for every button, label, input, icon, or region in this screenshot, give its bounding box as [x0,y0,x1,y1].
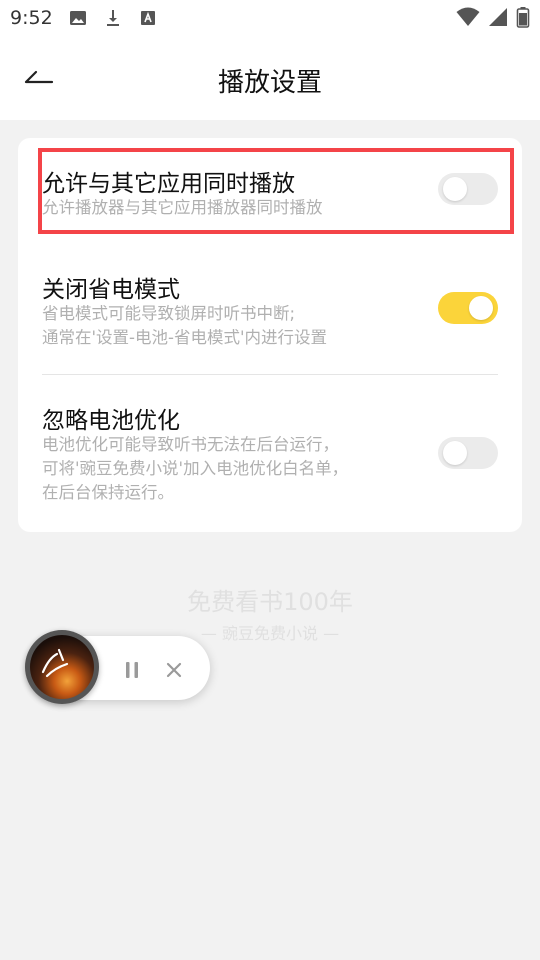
battery-optimization-toggle[interactable] [438,437,498,469]
desc-line: 省电模式可能导致锁屏时听书中断; [42,304,296,323]
setting-row-battery-optimization: 忽略电池优化 电池优化可能导致听书无法在后台运行， 可将'豌豆免费小说'加入电池… [18,375,522,532]
download-icon [107,10,119,26]
setting-row-power-saving: 关闭省电模式 省电模式可能导致锁屏时听书中断; 通常在'设置-电池-省电模式'内… [18,242,522,374]
desc-line: 可将'豌豆免费小说'加入电池优化白名单， [42,459,349,478]
wifi-icon [456,7,480,26]
setting-title: 关闭省电模式 [42,277,180,303]
settings-card: 允许与其它应用同时播放 允许播放器与其它应用播放器同时播放 关闭省电模式 省电模… [18,138,522,532]
pause-icon[interactable] [122,660,142,680]
page-title: 播放设置 [217,68,322,98]
footer-slogan: 免费看书100年 [187,588,353,616]
image-icon [70,11,86,25]
font-icon [141,11,155,25]
desc-line: 电池优化可能导致听书无法在后台运行， [42,435,339,454]
book-cover[interactable] [25,630,99,704]
battery-icon [516,7,530,28]
status-time: 9:52 [10,7,53,29]
setting-desc: 省电模式可能导致锁屏时听书中断; 通常在'设置-电池-省电模式'内进行设置 [42,302,327,350]
desc-line: 在后台保持运行。 [42,483,174,502]
toggle-knob [469,296,493,320]
toggle-knob [443,441,467,465]
signal-icon [489,8,507,26]
setting-title: 忽略电池优化 [42,408,180,434]
close-icon[interactable] [164,660,184,680]
highlight-box [38,148,514,234]
setting-desc: 电池优化可能导致听书无法在后台运行， 可将'豌豆免费小说'加入电池优化白名单， … [42,433,348,505]
status-bar: 9:52 [0,0,540,36]
app-bar: 播放设置 [0,36,540,120]
power-saving-toggle[interactable] [438,292,498,324]
cover-calligraphy [41,648,69,678]
desc-line: 通常在'设置-电池-省电模式'内进行设置 [42,328,327,347]
